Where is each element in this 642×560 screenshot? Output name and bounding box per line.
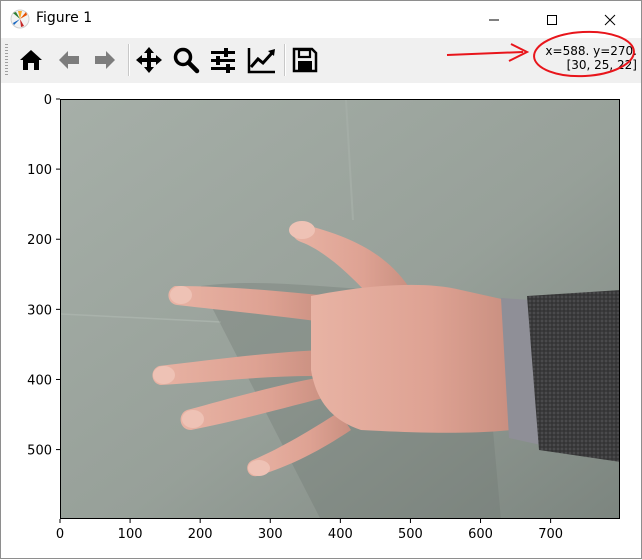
- x-tick-label: 300: [258, 527, 283, 542]
- figure-window: Figure 1 x=588. y=270. [30, 25, 22] 0 10…: [0, 0, 642, 559]
- x-tick-label: 400: [328, 527, 353, 542]
- y-tick-label: 500: [27, 444, 52, 459]
- y-tick-label: 300: [27, 303, 52, 318]
- axes: 0 100 200 300 400 500 600 700 0 100 200 300 400 500: [27, 93, 563, 542]
- x-tick-label: 500: [398, 527, 423, 542]
- x-tick-label: 600: [468, 527, 493, 542]
- x-tick-label: 100: [118, 527, 143, 542]
- x-tick-label: 0: [56, 527, 64, 542]
- y-tick-label: 200: [27, 233, 52, 248]
- x-tick-label: 200: [188, 527, 213, 542]
- y-tick-label: 400: [27, 373, 52, 388]
- x-tick-label: 700: [538, 527, 563, 542]
- y-tick-label: 0: [44, 93, 52, 108]
- y-tick-label: 100: [27, 163, 52, 178]
